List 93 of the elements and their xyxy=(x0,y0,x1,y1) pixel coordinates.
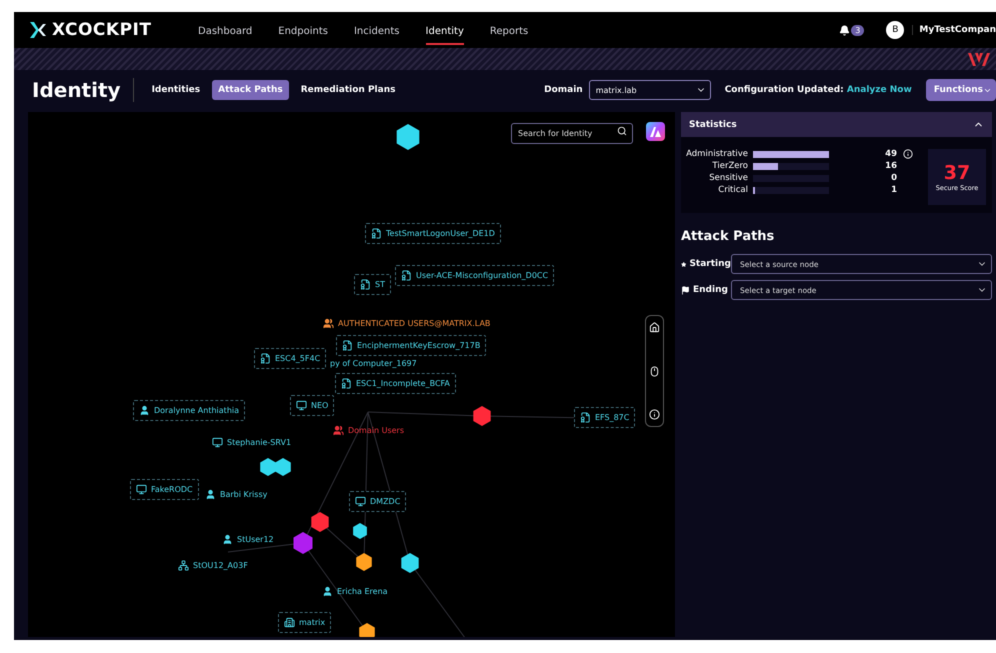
sub-tab[interactable]: Attack Paths xyxy=(212,80,289,100)
bell-icon[interactable] xyxy=(839,24,850,36)
stat-value: 16 xyxy=(884,161,898,171)
page-title: Identity xyxy=(32,78,134,102)
building-icon xyxy=(284,617,295,628)
user-icon xyxy=(205,489,216,500)
stat-value: 49 xyxy=(884,149,898,159)
graph-node-label[interactable]: Ericha Erena xyxy=(322,586,388,597)
user-icon xyxy=(222,534,233,545)
nav-tab[interactable]: Reports xyxy=(490,16,528,44)
info-icon[interactable] xyxy=(903,149,913,159)
flag-icon xyxy=(681,286,690,294)
graph-node[interactable]: ESC4_5F4C xyxy=(254,348,326,369)
statistics-header[interactable]: Statistics xyxy=(681,112,992,137)
graph-node[interactable]: User-ACE-Misconfiguration_D0CC xyxy=(395,265,554,286)
graph-node-label[interactable]: Domain Users xyxy=(333,425,404,436)
group-icon xyxy=(333,425,344,436)
hexagon-node[interactable] xyxy=(359,623,375,637)
sub-tab[interactable]: Remediation Plans xyxy=(294,80,402,100)
hexagon-node[interactable] xyxy=(275,458,291,476)
certificate-icon xyxy=(341,378,352,389)
nav-tab[interactable]: Incidents xyxy=(354,16,400,44)
stat-label: Administrative xyxy=(685,149,749,159)
user-icon xyxy=(322,586,333,597)
selector-label: Starting xyxy=(681,259,731,269)
home-icon[interactable] xyxy=(649,322,660,333)
stat-label: Critical xyxy=(717,185,749,195)
hierarchy-icon xyxy=(178,560,189,571)
ai-assistant-button[interactable] xyxy=(646,122,665,141)
notification-count: 3 xyxy=(851,24,864,36)
graph-node[interactable]: NEO xyxy=(290,395,334,416)
sub-tab[interactable]: Identities xyxy=(146,80,206,100)
brand-name: XCOCKPIT xyxy=(52,20,152,40)
graph-node[interactable]: EFS_87C xyxy=(574,407,636,428)
search-field[interactable]: Search for Identity xyxy=(511,123,633,144)
hexagon-node[interactable] xyxy=(356,553,372,571)
hexagon-node[interactable] xyxy=(294,532,312,554)
hexagon-node[interactable] xyxy=(311,512,329,532)
avatar[interactable]: B xyxy=(886,21,904,39)
graph-node-label[interactable]: Stephanie-SRV1 xyxy=(212,437,292,448)
certificate-icon xyxy=(342,340,353,351)
graph-node[interactable]: ESC1_Incomplete_BCFA xyxy=(335,373,456,394)
hexagon-node[interactable] xyxy=(260,458,276,476)
section-title: Attack Paths xyxy=(681,229,776,244)
hexagon-node[interactable] xyxy=(396,124,420,150)
mouse-icon[interactable] xyxy=(649,366,660,376)
nav-tab[interactable]: Endpoints xyxy=(278,16,328,44)
brand-mark-icon xyxy=(968,52,990,66)
functions-button[interactable]: Functions xyxy=(926,79,996,101)
star-icon xyxy=(681,260,686,268)
computer-icon xyxy=(212,437,223,448)
nav-tab[interactable]: Identity xyxy=(426,16,464,44)
config-status: Configuration Updated: Analyze Now xyxy=(724,85,912,95)
analyze-link[interactable]: Analyze Now xyxy=(846,85,912,95)
graph-node[interactable]: EnciphermentKeyEscrow_717B xyxy=(336,335,486,356)
computer-icon xyxy=(296,400,307,411)
user-icon xyxy=(139,405,150,416)
hexagon-node[interactable] xyxy=(473,406,491,426)
graph-node-label[interactable]: StOU12_A03F xyxy=(178,560,248,571)
hexagon-node[interactable] xyxy=(401,553,419,573)
stat-label: TierZero xyxy=(711,161,749,171)
domain-select[interactable]: matrix.lab xyxy=(588,80,711,100)
stat-value: 0 xyxy=(890,173,898,183)
certificate-icon xyxy=(580,412,591,423)
graph-node-label[interactable]: StUser12 xyxy=(222,534,274,545)
domain-label: Domain xyxy=(544,85,583,95)
certificate-icon xyxy=(371,228,382,239)
secure-score: 37 xyxy=(944,162,970,184)
info-icon[interactable] xyxy=(649,409,660,420)
computer-icon xyxy=(136,484,147,495)
graph-node[interactable]: matrix xyxy=(278,612,332,633)
group-icon xyxy=(323,318,334,329)
ai-logo-icon xyxy=(650,126,661,136)
graph-node[interactable]: TestSmartLogonUser_DE1D xyxy=(365,223,501,244)
computer-icon xyxy=(355,496,366,507)
logo-icon xyxy=(28,20,48,40)
certificate-icon xyxy=(360,279,371,290)
nav-tab[interactable]: Dashboard xyxy=(198,16,252,44)
graph-node[interactable]: Doralynne Anthiathia xyxy=(133,400,246,421)
graph-node-label[interactable]: py of Computer_1697 xyxy=(330,359,417,368)
graph-node-label[interactable]: Barbi Krissy xyxy=(205,489,268,500)
graph-node-label[interactable]: AUTHENTICATED USERS@MATRIX.LAB xyxy=(323,318,490,329)
hexagon-node[interactable] xyxy=(353,523,367,539)
search-icon[interactable] xyxy=(617,126,627,136)
graph-node[interactable]: DMZDC xyxy=(349,491,406,512)
company-name[interactable]: MyTestCompan xyxy=(912,25,996,35)
certificate-icon xyxy=(260,353,271,364)
graph-node[interactable]: FakeRODC xyxy=(130,479,199,500)
selector-label: Ending xyxy=(681,285,731,295)
graph-node[interactable]: ST xyxy=(354,274,391,295)
stat-label: Sensitive xyxy=(708,173,749,183)
stat-value: 1 xyxy=(890,185,898,195)
certificate-icon xyxy=(401,270,412,281)
